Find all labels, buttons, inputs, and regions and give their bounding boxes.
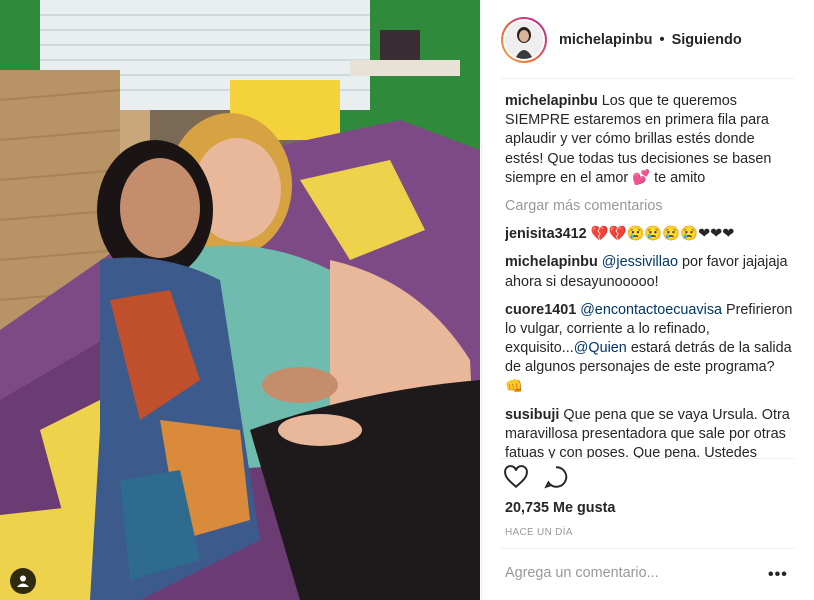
following-button[interactable]: Siguiendo [672, 32, 742, 48]
post-photo[interactable] [0, 0, 480, 600]
comments-list: michelapinbu Los que te queremos SIEMPRE… [505, 92, 795, 458]
avatar[interactable] [501, 17, 547, 63]
user-tag-icon[interactable] [10, 568, 36, 594]
caption-username[interactable]: michelapinbu [505, 93, 598, 109]
avatar-image [505, 21, 543, 59]
comment-text: 💔💔😢😢😢😢❤❤❤ [590, 226, 735, 243]
speech-bubble-icon[interactable] [543, 464, 569, 495]
comment-mention[interactable]: @jessivillao [602, 254, 678, 270]
action-bar [503, 464, 569, 495]
likes-count[interactable]: 20,735 Me gusta [505, 500, 615, 516]
comment-username[interactable]: michelapinbu [505, 254, 598, 270]
post-header: michelapinbu • Siguiendo [501, 14, 801, 66]
comment-username[interactable]: cuore1401 [505, 302, 576, 318]
load-more-comments-button[interactable]: Cargar más comentarios [505, 197, 795, 216]
heart-outline-icon[interactable] [503, 464, 529, 495]
comment-item: jenisita3412 💔💔😢😢😢😢❤❤❤ [505, 225, 795, 244]
person-glyph [17, 575, 29, 587]
ellipsis-icon[interactable]: ••• [768, 566, 788, 584]
comments-divider [501, 458, 794, 459]
hearts-emoji: 💕 [632, 169, 651, 186]
caption: michelapinbu Los que te queremos SIEMPRE… [505, 92, 795, 188]
comment-item: cuore1401 @encontactoecuavisa Prefiriero… [505, 301, 795, 397]
username-link[interactable]: michelapinbu [559, 32, 652, 48]
comment-mention[interactable]: @Quien [574, 340, 627, 356]
comment-item: susibuji Que pena que se vaya Ursula. Ot… [505, 406, 795, 458]
photo-illustration [0, 0, 480, 600]
header-divider [501, 78, 794, 79]
caption-text-end: te amito [654, 169, 706, 186]
add-comment-input[interactable]: Agrega un comentario... [505, 565, 659, 581]
post-timestamp: HACE UN DÍA [505, 527, 573, 538]
footer-divider [501, 548, 794, 549]
comment-username[interactable]: susibuji [505, 407, 559, 423]
separator-dot: • [659, 32, 665, 48]
comment-mention[interactable]: @encontactoecuavisa [580, 302, 722, 318]
comment-item: michelapinbu @jessivillao por favor jaja… [505, 253, 795, 291]
comment-username[interactable]: jenisita3412 [505, 226, 587, 242]
